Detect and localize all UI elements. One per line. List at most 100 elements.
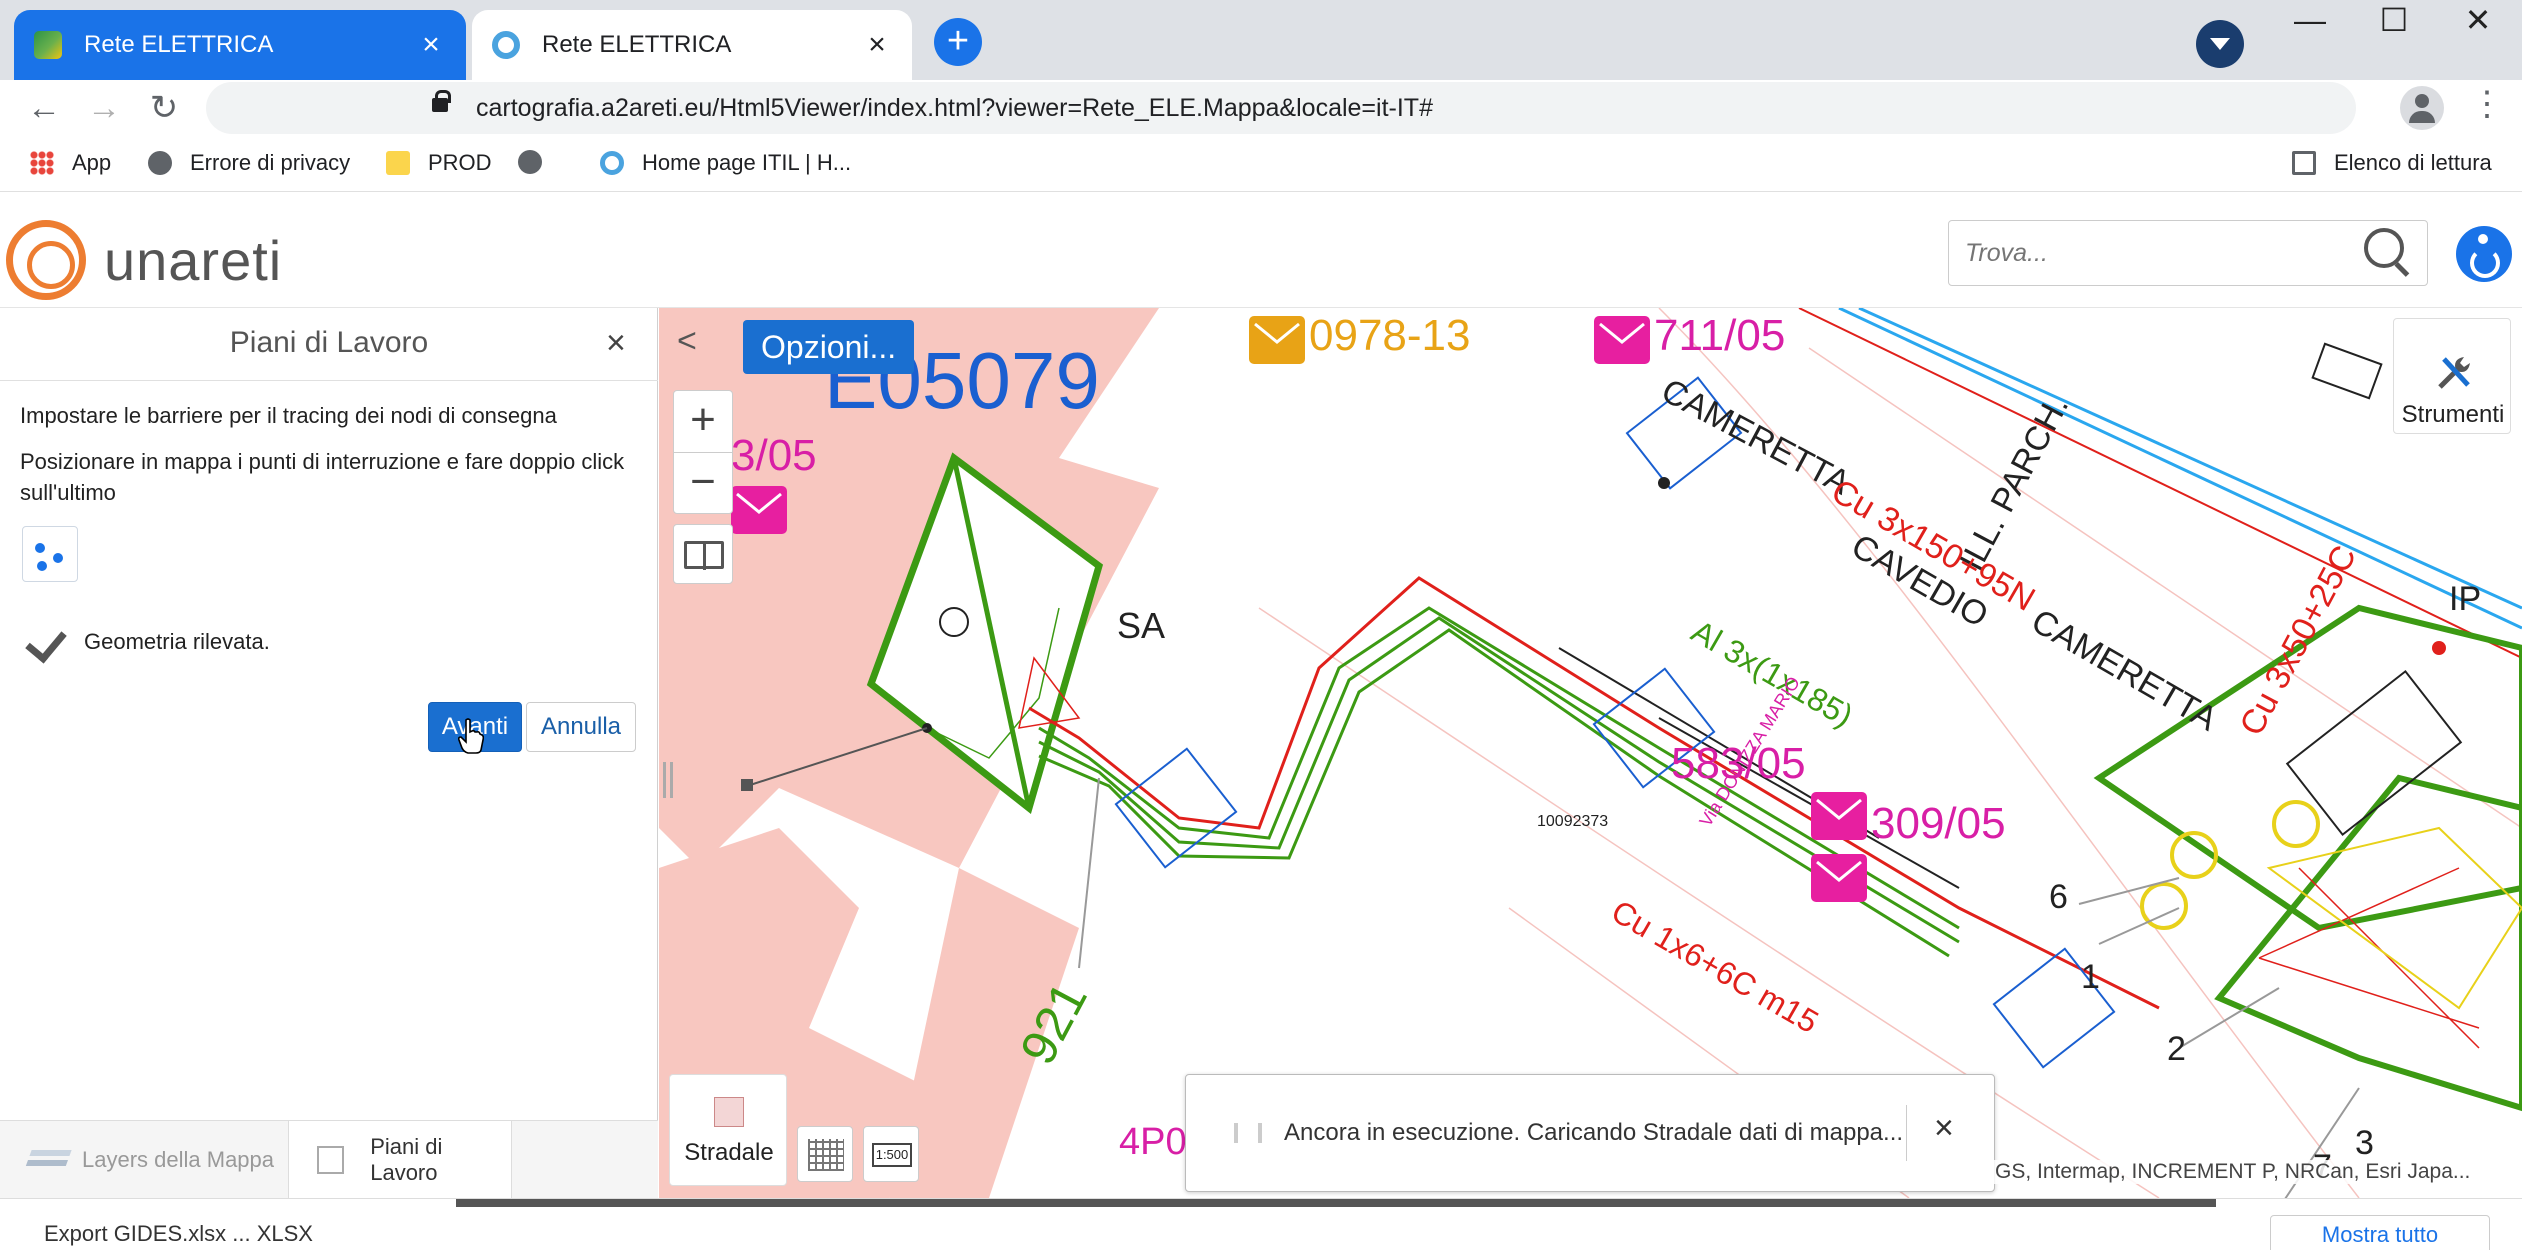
download-item[interactable]: Export GIDES.xlsx ... XLSX [44,1221,313,1247]
back-button[interactable]: ← [20,84,68,132]
new-tab-button[interactable]: + [934,18,982,66]
bookmark-prod[interactable]: PROD [386,150,492,176]
browser-tab-inactive[interactable]: Rete ELETTRICA × [472,10,912,80]
reading-list-button[interactable]: Elenco di lettura [2292,150,2492,176]
map-label: 1 [2081,958,2100,996]
notification-close-icon[interactable]: × [1934,1109,1954,1148]
basemap-label: Stradale [684,1139,774,1166]
zoom-out-button[interactable]: − [674,452,732,513]
map-label: Cu 3x50+25C [2233,539,2365,741]
grid-tool-button[interactable] [797,1126,853,1182]
grid-icon [808,1139,844,1171]
panel-close-icon[interactable]: × [606,324,626,363]
unareti-logo-icon [6,220,86,300]
map-label: 0978-13 [1309,311,1470,360]
map-label: IP [2449,580,2481,618]
forward-button[interactable]: → [80,84,128,132]
lock-icon [432,90,451,112]
checkmark-icon [25,620,67,664]
map-label: 2 [2167,1030,2186,1068]
tab-work-plans[interactable]: Piani di Lavoro [288,1121,512,1199]
bookmark-globe[interactable] [518,150,560,174]
close-window-button[interactable]: ✕ [2436,0,2520,40]
map-label: SA [1117,605,1165,646]
tools-icon [2438,357,2470,389]
download-scrollbar[interactable] [456,1199,2216,1207]
trace-points-button[interactable] [22,526,78,582]
basemap-button[interactable]: Stradale [669,1074,787,1186]
status-text: Geometria rilevata. [84,629,270,654]
map-label: CAMERETTA [2025,602,2224,739]
site-favicon-icon [34,31,62,59]
collapse-panel-icon[interactable]: < [677,322,697,361]
browser-menu-icon[interactable]: ⋮ [2470,84,2504,124]
panel-tabs: Layers della Mappa Piani di Lavoro [0,1120,658,1199]
minimize-button[interactable]: — [2268,0,2352,40]
zoom-control: + − [673,390,733,514]
options-button[interactable]: Opzioni... [743,320,915,374]
search-input[interactable] [1965,233,2345,273]
url-text: cartografia.a2areti.eu/Html5Viewer/index… [476,94,1433,122]
bookmark-privacy-error[interactable]: Errore di privacy [148,150,350,176]
cancel-button[interactable]: Annulla [526,702,636,752]
app-logo-text: unareti [104,229,283,292]
map-label: 3 [2355,1124,2374,1162]
globe-icon [148,151,172,175]
profile-menu-icon[interactable] [2196,20,2244,68]
search-icon[interactable] [2364,228,2404,268]
search-field[interactable] [1948,220,2428,286]
accessibility-icon[interactable] [2456,226,2512,282]
reload-button[interactable]: ↻ [140,84,188,132]
scale-button[interactable]: 1:500 [863,1126,919,1182]
bookmarks-bar: App Errore di privacy PROD Home page ITI… [0,136,2522,192]
hand-cursor-icon [458,718,484,754]
tab-close-icon[interactable]: × [416,30,446,60]
downloads-bar: Export GIDES.xlsx ... XLSX Mostra tutto [0,1198,2522,1250]
zoom-in-button[interactable]: + [674,391,732,452]
bookmark-apps[interactable]: App [30,150,111,176]
map-label: 3/05 [731,431,817,480]
folder-icon [386,151,410,175]
book-icon [684,541,724,570]
tab-close-icon[interactable]: × [862,30,892,60]
profile-avatar-icon[interactable] [2400,86,2444,130]
browser-tab-active[interactable]: Rete ELETTRICA × [14,10,466,80]
map-label: 10092373 [1537,813,1608,830]
tools-button[interactable]: Strumenti [2393,318,2511,434]
tab-title: Rete ELETTRICA [84,31,274,58]
bookmark-itil[interactable]: Home page ITIL | H... [600,150,851,176]
address-bar[interactable]: cartografia.a2areti.eu/Html5Viewer/index… [206,82,2356,134]
divider [0,380,658,381]
reading-list-icon [2292,151,2316,175]
layers-icon [22,1146,74,1174]
site-favicon-icon [492,31,520,59]
work-plan-panel: Piani di Lavoro × Impostare le barriere … [0,308,658,1199]
map-canvas[interactable]: E05079 0978-13 711/05 3/05 583/05 309/05… [659,308,2522,1198]
map-label: Cu 1x6+6C m15 [1606,893,1825,1040]
work-plan-icon [317,1146,345,1174]
divider [1906,1105,1907,1161]
loading-spinner-icon [1234,1123,1262,1143]
loading-message: Ancora in esecuzione. Caricando Stradale… [1284,1119,1904,1146]
map-label: 309/05 [1871,799,2006,848]
map-drawing: E05079 0978-13 711/05 3/05 583/05 309/05… [659,308,2522,1198]
panel-resize-handle[interactable] [663,762,673,798]
apps-icon [30,151,54,175]
instruction-text: Posizionare in mappa i punti di interruz… [20,449,625,505]
map-label: 4P0 [1119,1121,1187,1163]
show-all-downloads-button[interactable]: Mostra tutto [2270,1215,2490,1250]
browser-titlebar: Rete ELETTRICA × Rete ELETTRICA × + — ☐ … [0,0,2522,80]
tools-label: Strumenti [2401,401,2505,428]
panel-title: Piani di Lavoro [229,326,429,359]
bookmarks-map-button[interactable] [673,524,733,584]
address-row: ← → ↻ cartografia.a2areti.eu/Html5Viewer… [0,80,2522,136]
maximize-button[interactable]: ☐ [2352,0,2436,40]
instruction-text: Impostare le barriere per il tracing dei… [20,403,557,428]
itil-icon [600,151,624,175]
map-label: CAMERETTA [1655,372,1856,503]
tab-layers[interactable]: Layers della Mappa [0,1121,286,1199]
map-label: 711/05 [1654,311,1785,360]
map-attribution: GS, Intermap, INCREMENT P, NRCan, Esri J… [1989,1160,2477,1184]
tab-title: Rete ELETTRICA [542,31,732,58]
scale-icon: 1:500 [872,1143,912,1167]
